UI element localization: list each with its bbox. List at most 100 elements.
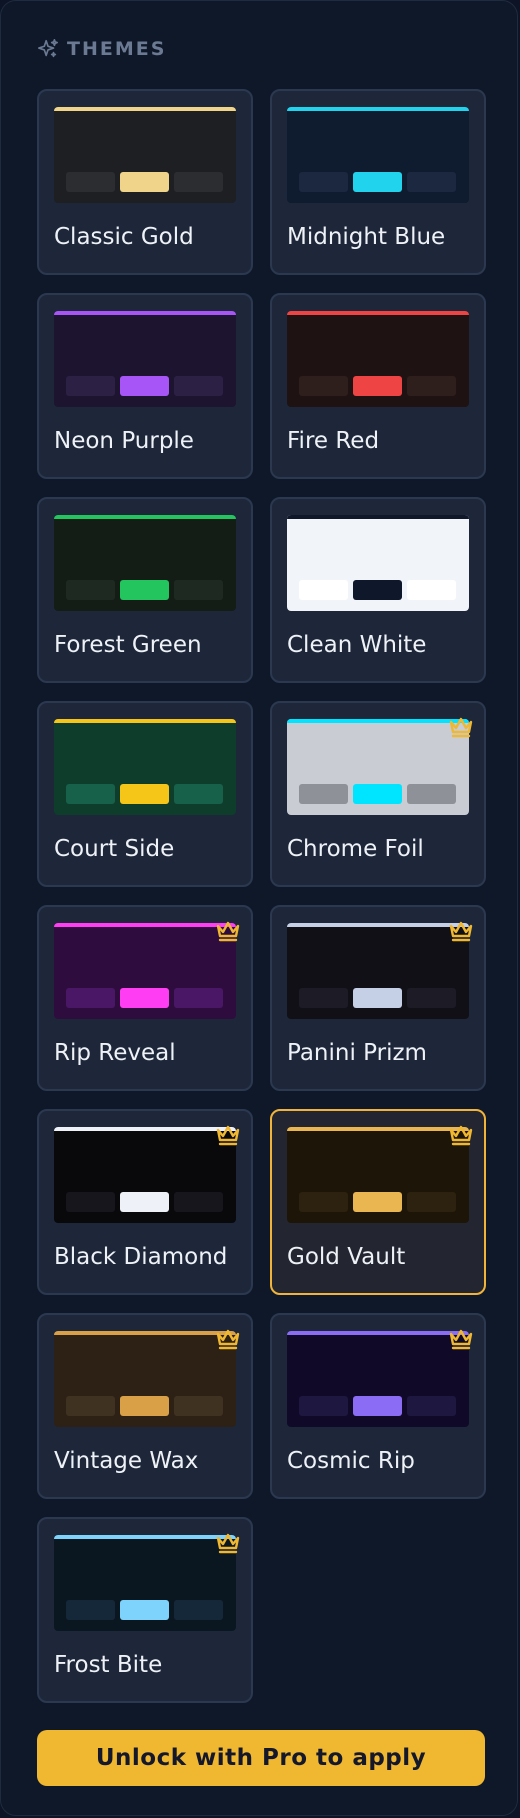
preview-chip bbox=[299, 988, 348, 1008]
theme-name: Fire Red bbox=[287, 428, 380, 454]
preview-chip bbox=[66, 784, 115, 804]
theme-name: Panini Prizm bbox=[287, 1040, 427, 1066]
preview-accent-chip bbox=[120, 1396, 169, 1416]
preview-accent-chip bbox=[353, 1396, 402, 1416]
theme-name: Cosmic Rip bbox=[287, 1448, 415, 1474]
preview-chip bbox=[407, 1192, 456, 1212]
theme-card-panini-prizm[interactable]: Panini Prizm bbox=[270, 905, 486, 1091]
preview-chip bbox=[407, 988, 456, 1008]
preview-chip bbox=[299, 784, 348, 804]
unlock-pro-button[interactable]: Unlock with Pro to apply bbox=[37, 1730, 485, 1786]
preview-chip bbox=[174, 784, 223, 804]
theme-card-chrome-foil[interactable]: Chrome Foil bbox=[270, 701, 486, 887]
theme-preview bbox=[287, 1127, 469, 1223]
preview-top-bar bbox=[54, 719, 236, 723]
preview-top-bar bbox=[287, 515, 469, 519]
themes-title: THEMES bbox=[67, 38, 167, 60]
theme-name: Classic Gold bbox=[54, 224, 194, 250]
preview-chip bbox=[407, 172, 456, 192]
theme-name: Rip Reveal bbox=[54, 1040, 176, 1066]
preview-accent-chip bbox=[120, 1600, 169, 1620]
theme-preview bbox=[287, 1331, 469, 1427]
theme-name: Forest Green bbox=[54, 632, 202, 658]
theme-preview bbox=[287, 107, 469, 203]
preview-chip bbox=[66, 988, 115, 1008]
theme-name: Neon Purple bbox=[54, 428, 194, 454]
preview-chip bbox=[66, 172, 115, 192]
preview-chip bbox=[299, 376, 348, 396]
preview-chip bbox=[174, 1396, 223, 1416]
crown-icon bbox=[214, 919, 242, 943]
crown-icon bbox=[214, 1327, 242, 1351]
theme-card-rip-reveal[interactable]: Rip Reveal bbox=[37, 905, 253, 1091]
preview-chip bbox=[407, 784, 456, 804]
preview-chip bbox=[407, 376, 456, 396]
preview-top-bar bbox=[287, 107, 469, 111]
theme-name: Midnight Blue bbox=[287, 224, 446, 250]
crown-icon bbox=[447, 1327, 475, 1351]
preview-top-bar bbox=[287, 923, 469, 927]
theme-preview bbox=[287, 311, 469, 407]
preview-chip bbox=[299, 172, 348, 192]
theme-preview bbox=[54, 107, 236, 203]
theme-preview bbox=[54, 1127, 236, 1223]
theme-preview bbox=[54, 1331, 236, 1427]
theme-preview bbox=[54, 719, 236, 815]
preview-chip bbox=[407, 1396, 456, 1416]
preview-accent-chip bbox=[120, 1192, 169, 1212]
preview-top-bar bbox=[54, 515, 236, 519]
theme-name: Frost Bite bbox=[54, 1652, 163, 1678]
preview-top-bar bbox=[287, 719, 469, 723]
theme-preview bbox=[54, 1535, 236, 1631]
theme-card-frost-bite[interactable]: Frost Bite bbox=[37, 1517, 253, 1703]
theme-card-gold-vault[interactable]: Gold Vault bbox=[270, 1109, 486, 1295]
preview-top-bar bbox=[54, 1535, 236, 1539]
theme-preview bbox=[54, 923, 236, 1019]
theme-card-cosmic-rip[interactable]: Cosmic Rip bbox=[270, 1313, 486, 1499]
theme-card-vintage-wax[interactable]: Vintage Wax bbox=[37, 1313, 253, 1499]
theme-card-neon-purple[interactable]: Neon Purple bbox=[37, 293, 253, 479]
preview-chip bbox=[174, 172, 223, 192]
preview-accent-chip bbox=[120, 988, 169, 1008]
theme-card-fire-red[interactable]: Fire Red bbox=[270, 293, 486, 479]
theme-name: Black Diamond bbox=[54, 1244, 228, 1270]
preview-top-bar bbox=[54, 923, 236, 927]
preview-accent-chip bbox=[353, 1192, 402, 1212]
themes-header: THEMES bbox=[37, 35, 166, 63]
themes-panel: THEMES Classic Gold Midnight Blue Neon P… bbox=[0, 0, 518, 1816]
preview-chip bbox=[174, 1600, 223, 1620]
preview-chip bbox=[299, 1396, 348, 1416]
crown-icon bbox=[447, 1123, 475, 1147]
preview-top-bar bbox=[287, 311, 469, 315]
theme-card-forest-green[interactable]: Forest Green bbox=[37, 497, 253, 683]
preview-top-bar bbox=[54, 1331, 236, 1335]
sparkles-icon bbox=[37, 38, 59, 60]
theme-card-clean-white[interactable]: Clean White bbox=[270, 497, 486, 683]
preview-accent-chip bbox=[120, 172, 169, 192]
preview-chip bbox=[66, 1396, 115, 1416]
theme-card-classic-gold[interactable]: Classic Gold bbox=[37, 89, 253, 275]
preview-accent-chip bbox=[120, 784, 169, 804]
preview-accent-chip bbox=[120, 580, 169, 600]
preview-chip bbox=[66, 376, 115, 396]
theme-name: Clean White bbox=[287, 632, 427, 658]
theme-card-court-side[interactable]: Court Side bbox=[37, 701, 253, 887]
theme-name: Vintage Wax bbox=[54, 1448, 199, 1474]
theme-preview bbox=[287, 719, 469, 815]
theme-preview bbox=[287, 923, 469, 1019]
preview-chip bbox=[174, 988, 223, 1008]
preview-chip bbox=[407, 580, 456, 600]
preview-chip bbox=[174, 580, 223, 600]
crown-icon bbox=[447, 715, 475, 739]
theme-name: Court Side bbox=[54, 836, 175, 862]
preview-accent-chip bbox=[353, 988, 402, 1008]
theme-preview bbox=[54, 311, 236, 407]
preview-chip bbox=[174, 1192, 223, 1212]
preview-accent-chip bbox=[353, 376, 402, 396]
theme-card-midnight-blue[interactable]: Midnight Blue bbox=[270, 89, 486, 275]
theme-card-black-diamond[interactable]: Black Diamond bbox=[37, 1109, 253, 1295]
theme-grid: Classic Gold Midnight Blue Neon Purple F… bbox=[37, 89, 486, 1703]
preview-accent-chip bbox=[120, 376, 169, 396]
preview-chip bbox=[299, 580, 348, 600]
preview-top-bar bbox=[54, 311, 236, 315]
